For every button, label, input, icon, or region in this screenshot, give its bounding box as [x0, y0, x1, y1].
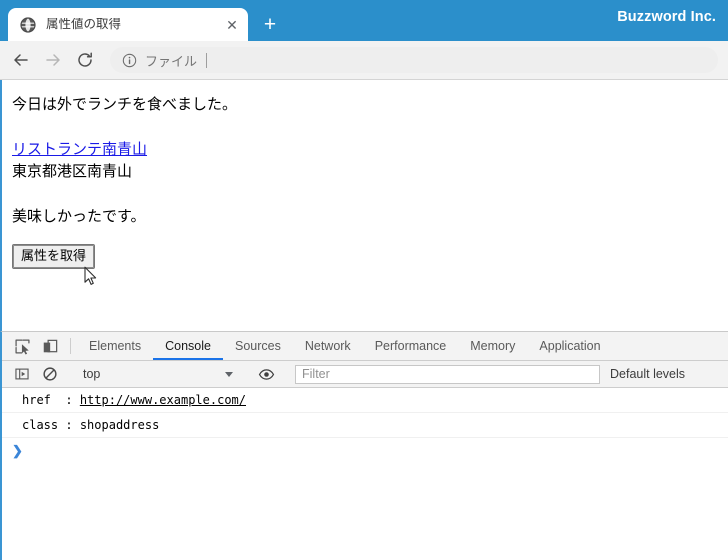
tab-network[interactable]: Network	[293, 332, 363, 360]
browser-tab[interactable]: 属性値の取得 ✕	[8, 8, 248, 41]
get-attribute-button[interactable]: 属性を取得	[12, 244, 96, 270]
forward-arrow-icon	[46, 54, 60, 66]
tab-title: 属性値の取得	[46, 17, 122, 31]
page-paragraph-outro: 美味しかったです。	[12, 207, 146, 225]
prompt-chevron-icon: ❯	[12, 443, 23, 458]
page-paragraph-intro: 今日は外でランチを食べました。	[12, 96, 238, 113]
page-viewport: 今日は外でランチを食べました。 リストランテ南青山 東京都港区南青山 美味しかっ…	[0, 80, 728, 331]
shop-address-text: 東京都港区南青山	[12, 163, 133, 180]
device-toolbar-button[interactable]	[36, 332, 64, 360]
address-bar-separator	[206, 52, 208, 68]
back-arrow-icon	[14, 54, 28, 66]
eye-icon	[258, 368, 274, 380]
tab-strip: 属性値の取得 ✕ + Buzzword Inc.	[0, 0, 728, 41]
console-prompt-row[interactable]: ❯	[2, 438, 728, 464]
tab-sources[interactable]: Sources	[223, 332, 293, 360]
execution-context-label: top	[83, 367, 101, 381]
window-brand-title: Buzzword Inc.	[617, 9, 716, 25]
console-toolbar: top Filter Default levels	[2, 361, 728, 388]
live-expression-button[interactable]	[252, 366, 280, 383]
address-bar-text: ファイル	[145, 53, 198, 69]
devtools-tabbar: Elements Console Sources Network Perform…	[2, 332, 728, 361]
device-toolbar-icon	[43, 339, 57, 352]
restaurant-link[interactable]: リストランテ南青山	[12, 139, 147, 162]
globe-icon	[20, 16, 36, 33]
devtools-panel: Elements Console Sources Network Perform…	[0, 331, 728, 560]
address-bar[interactable]: ファイル	[110, 47, 718, 73]
console-row: class : shopaddress	[2, 413, 728, 438]
console-sidebar-icon	[15, 368, 29, 380]
console-value: shopaddress	[79, 418, 160, 432]
close-icon[interactable]: ✕	[222, 15, 242, 35]
tab-elements[interactable]: Elements	[77, 332, 153, 360]
back-button[interactable]	[6, 45, 36, 75]
console-spacer	[73, 418, 80, 432]
browser-toolbar: ファイル	[0, 41, 728, 80]
console-value-link[interactable]: http://www.example.com/	[80, 393, 246, 407]
console-sidebar-button[interactable]	[8, 366, 36, 382]
console-output: href : http://www.example.com/ class : s…	[2, 388, 728, 560]
reload-icon	[78, 52, 92, 67]
console-spacer	[51, 393, 65, 407]
tab-console[interactable]: Console	[153, 332, 223, 360]
inspect-element-icon	[14, 338, 30, 355]
clear-console-icon	[43, 367, 57, 381]
filter-input[interactable]: Filter	[295, 364, 600, 384]
tab-application[interactable]: Application	[527, 332, 612, 360]
shop-info-block: リストランテ南青山 東京都港区南青山	[12, 139, 718, 184]
clear-console-button[interactable]	[36, 366, 64, 382]
info-circle-icon	[122, 53, 137, 67]
console-key: class	[22, 418, 59, 432]
console-separator: :	[65, 393, 73, 407]
console-separator: :	[65, 418, 73, 432]
console-spacer	[73, 393, 80, 407]
forward-button[interactable]	[38, 45, 68, 75]
log-levels-dropdown[interactable]: Default levels	[610, 367, 685, 381]
chevron-down-icon	[225, 371, 233, 377]
console-row: href : http://www.example.com/	[2, 388, 728, 413]
execution-context-select[interactable]: top	[77, 365, 239, 384]
tab-memory[interactable]: Memory	[458, 332, 527, 360]
new-tab-button[interactable]: +	[256, 10, 284, 38]
page-content: 今日は外でランチを食べました。 リストランテ南青山 東京都港区南青山 美味しかっ…	[2, 80, 728, 285]
toolbar-divider	[70, 338, 71, 354]
reload-button[interactable]	[70, 45, 100, 75]
tab-performance[interactable]: Performance	[363, 332, 459, 360]
browser-window: 属性値の取得 ✕ + Buzzword Inc. ファイル 今日は外でランチを食…	[0, 0, 728, 560]
console-key: href	[22, 393, 51, 407]
inspect-element-button[interactable]	[8, 332, 36, 360]
button-row: 属性を取得	[12, 244, 718, 285]
console-spacer	[58, 418, 65, 432]
